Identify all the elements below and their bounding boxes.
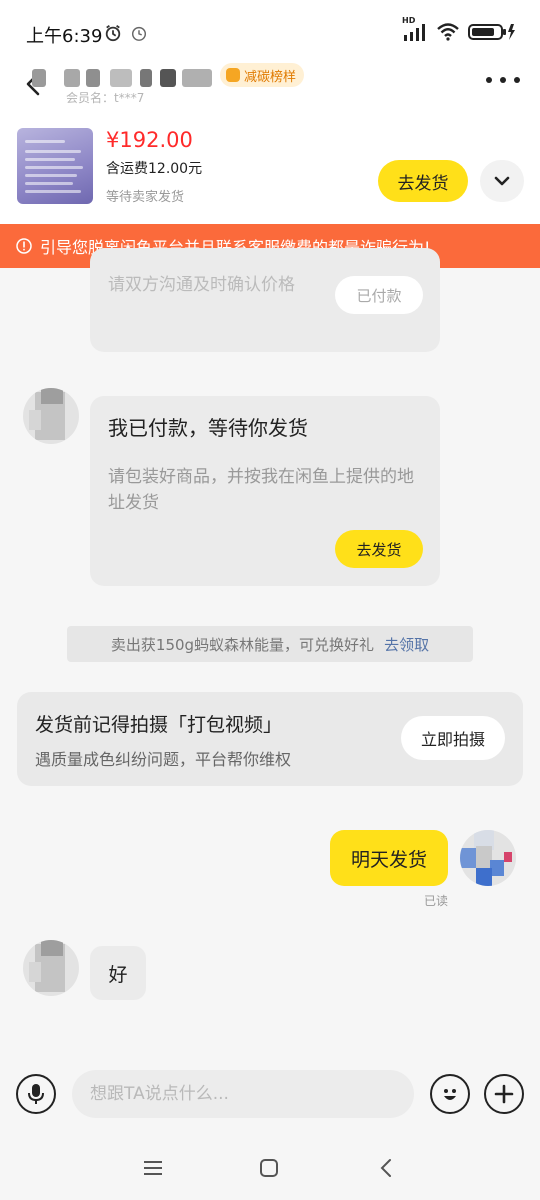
warning-circle-icon	[16, 238, 32, 254]
product-thumbnail[interactable]	[17, 128, 93, 204]
claim-reward-link[interactable]: 去领取	[384, 634, 429, 655]
record-video-button[interactable]: 立即拍摄	[401, 716, 505, 760]
energy-reward-text: 卖出获150g蚂蚁森林能量，可兑换好礼	[110, 635, 375, 654]
microphone-icon	[28, 1084, 44, 1104]
back-nav-button[interactable]	[372, 1154, 400, 1182]
packing-video-card: 发货前记得拍摄「打包视频」 遇质量成色纠纷问题，平台帮你维权 立即拍摄	[17, 692, 523, 786]
battery-charging-icon	[468, 24, 515, 40]
more-options-icon[interactable]	[486, 70, 520, 90]
payment-notice-card: 我已付款，等待你发货 请包装好商品，并按我在闲鱼上提供的地址发货 去发货	[90, 396, 440, 586]
shipping-fee: 含运费12.00元	[106, 161, 203, 177]
home-square-icon	[260, 1159, 278, 1177]
alarm-icon	[131, 26, 147, 41]
card-ship-button[interactable]: 去发货	[335, 530, 423, 568]
emoji-button[interactable]	[430, 1074, 470, 1114]
status-time: 上午6:39	[26, 26, 103, 47]
chat-header: 减碳榜样 会员名：t***7 ¥192.00 含运费12.00元 等待卖家发货 …	[0, 56, 540, 224]
read-status: 已读	[424, 894, 449, 908]
alarm-clock-icon	[105, 25, 121, 42]
back-triangle-icon	[380, 1159, 391, 1177]
payment-notice-title: 我已付款，等待你发货	[108, 416, 308, 440]
ship-button[interactable]: 去发货	[378, 160, 468, 202]
leaf-badge-icon	[226, 68, 240, 82]
packing-video-subtitle: 遇质量成色纠纷问题，平台帮你维权	[35, 750, 292, 769]
menu-nav-button[interactable]	[139, 1154, 167, 1182]
order-price: ¥192.00	[106, 128, 193, 152]
price-confirm-text: 请双方沟通及时确认价格	[108, 275, 295, 295]
buyer-avatar[interactable]	[23, 388, 79, 444]
seller-avatar[interactable]	[460, 830, 516, 886]
price-confirm-card: 请双方沟通及时确认价格 已付款	[90, 248, 440, 352]
chat-screen: 上午6:39 HD 减碳榜样 会员名：t***7 ¥192.00 含运费12.0…	[0, 0, 540, 1200]
expand-button[interactable]	[480, 160, 524, 202]
system-nav-bar	[0, 1136, 540, 1200]
rank-badge[interactable]: 减碳榜样	[220, 63, 305, 87]
order-status: 等待卖家发货	[106, 190, 185, 205]
input-bar	[0, 1064, 540, 1130]
menu-lines-icon	[144, 1161, 162, 1175]
packing-video-title: 发货前记得拍摄「打包视频」	[35, 714, 283, 736]
add-attachment-button[interactable]	[484, 1074, 524, 1114]
buyer-message-bubble[interactable]: 好	[90, 946, 146, 1000]
my-message-bubble[interactable]: 明天发货	[330, 830, 448, 886]
wifi-icon	[437, 23, 459, 41]
energy-reward-notice: 卖出获150g蚂蚁森林能量，可兑换好礼 去领取	[67, 626, 473, 662]
chevron-down-icon	[494, 176, 510, 186]
message-input[interactable]	[72, 1070, 414, 1118]
plus-icon	[494, 1084, 514, 1104]
home-nav-button[interactable]	[255, 1154, 283, 1182]
buyer-avatar-2[interactable]	[23, 940, 79, 996]
voice-button[interactable]	[16, 1074, 56, 1114]
member-name: 会员名：t***7	[66, 91, 145, 105]
smiley-icon	[444, 1089, 456, 1100]
rank-badge-label: 减碳榜样	[244, 69, 297, 85]
message-list[interactable]: 请双方沟通及时确认价格 已付款 我已付款，等待你发货 请包装好商品，并按我在闲鱼…	[0, 248, 540, 1068]
payment-notice-description: 请包装好商品，并按我在闲鱼上提供的地址发货	[108, 467, 414, 513]
paid-button[interactable]: 已付款	[335, 276, 423, 314]
status-indicators: HD	[402, 16, 516, 42]
status-bar: 上午6:39 HD	[0, 0, 540, 64]
seller-name-obscured	[30, 61, 220, 91]
signal-icon: HD	[402, 16, 428, 42]
